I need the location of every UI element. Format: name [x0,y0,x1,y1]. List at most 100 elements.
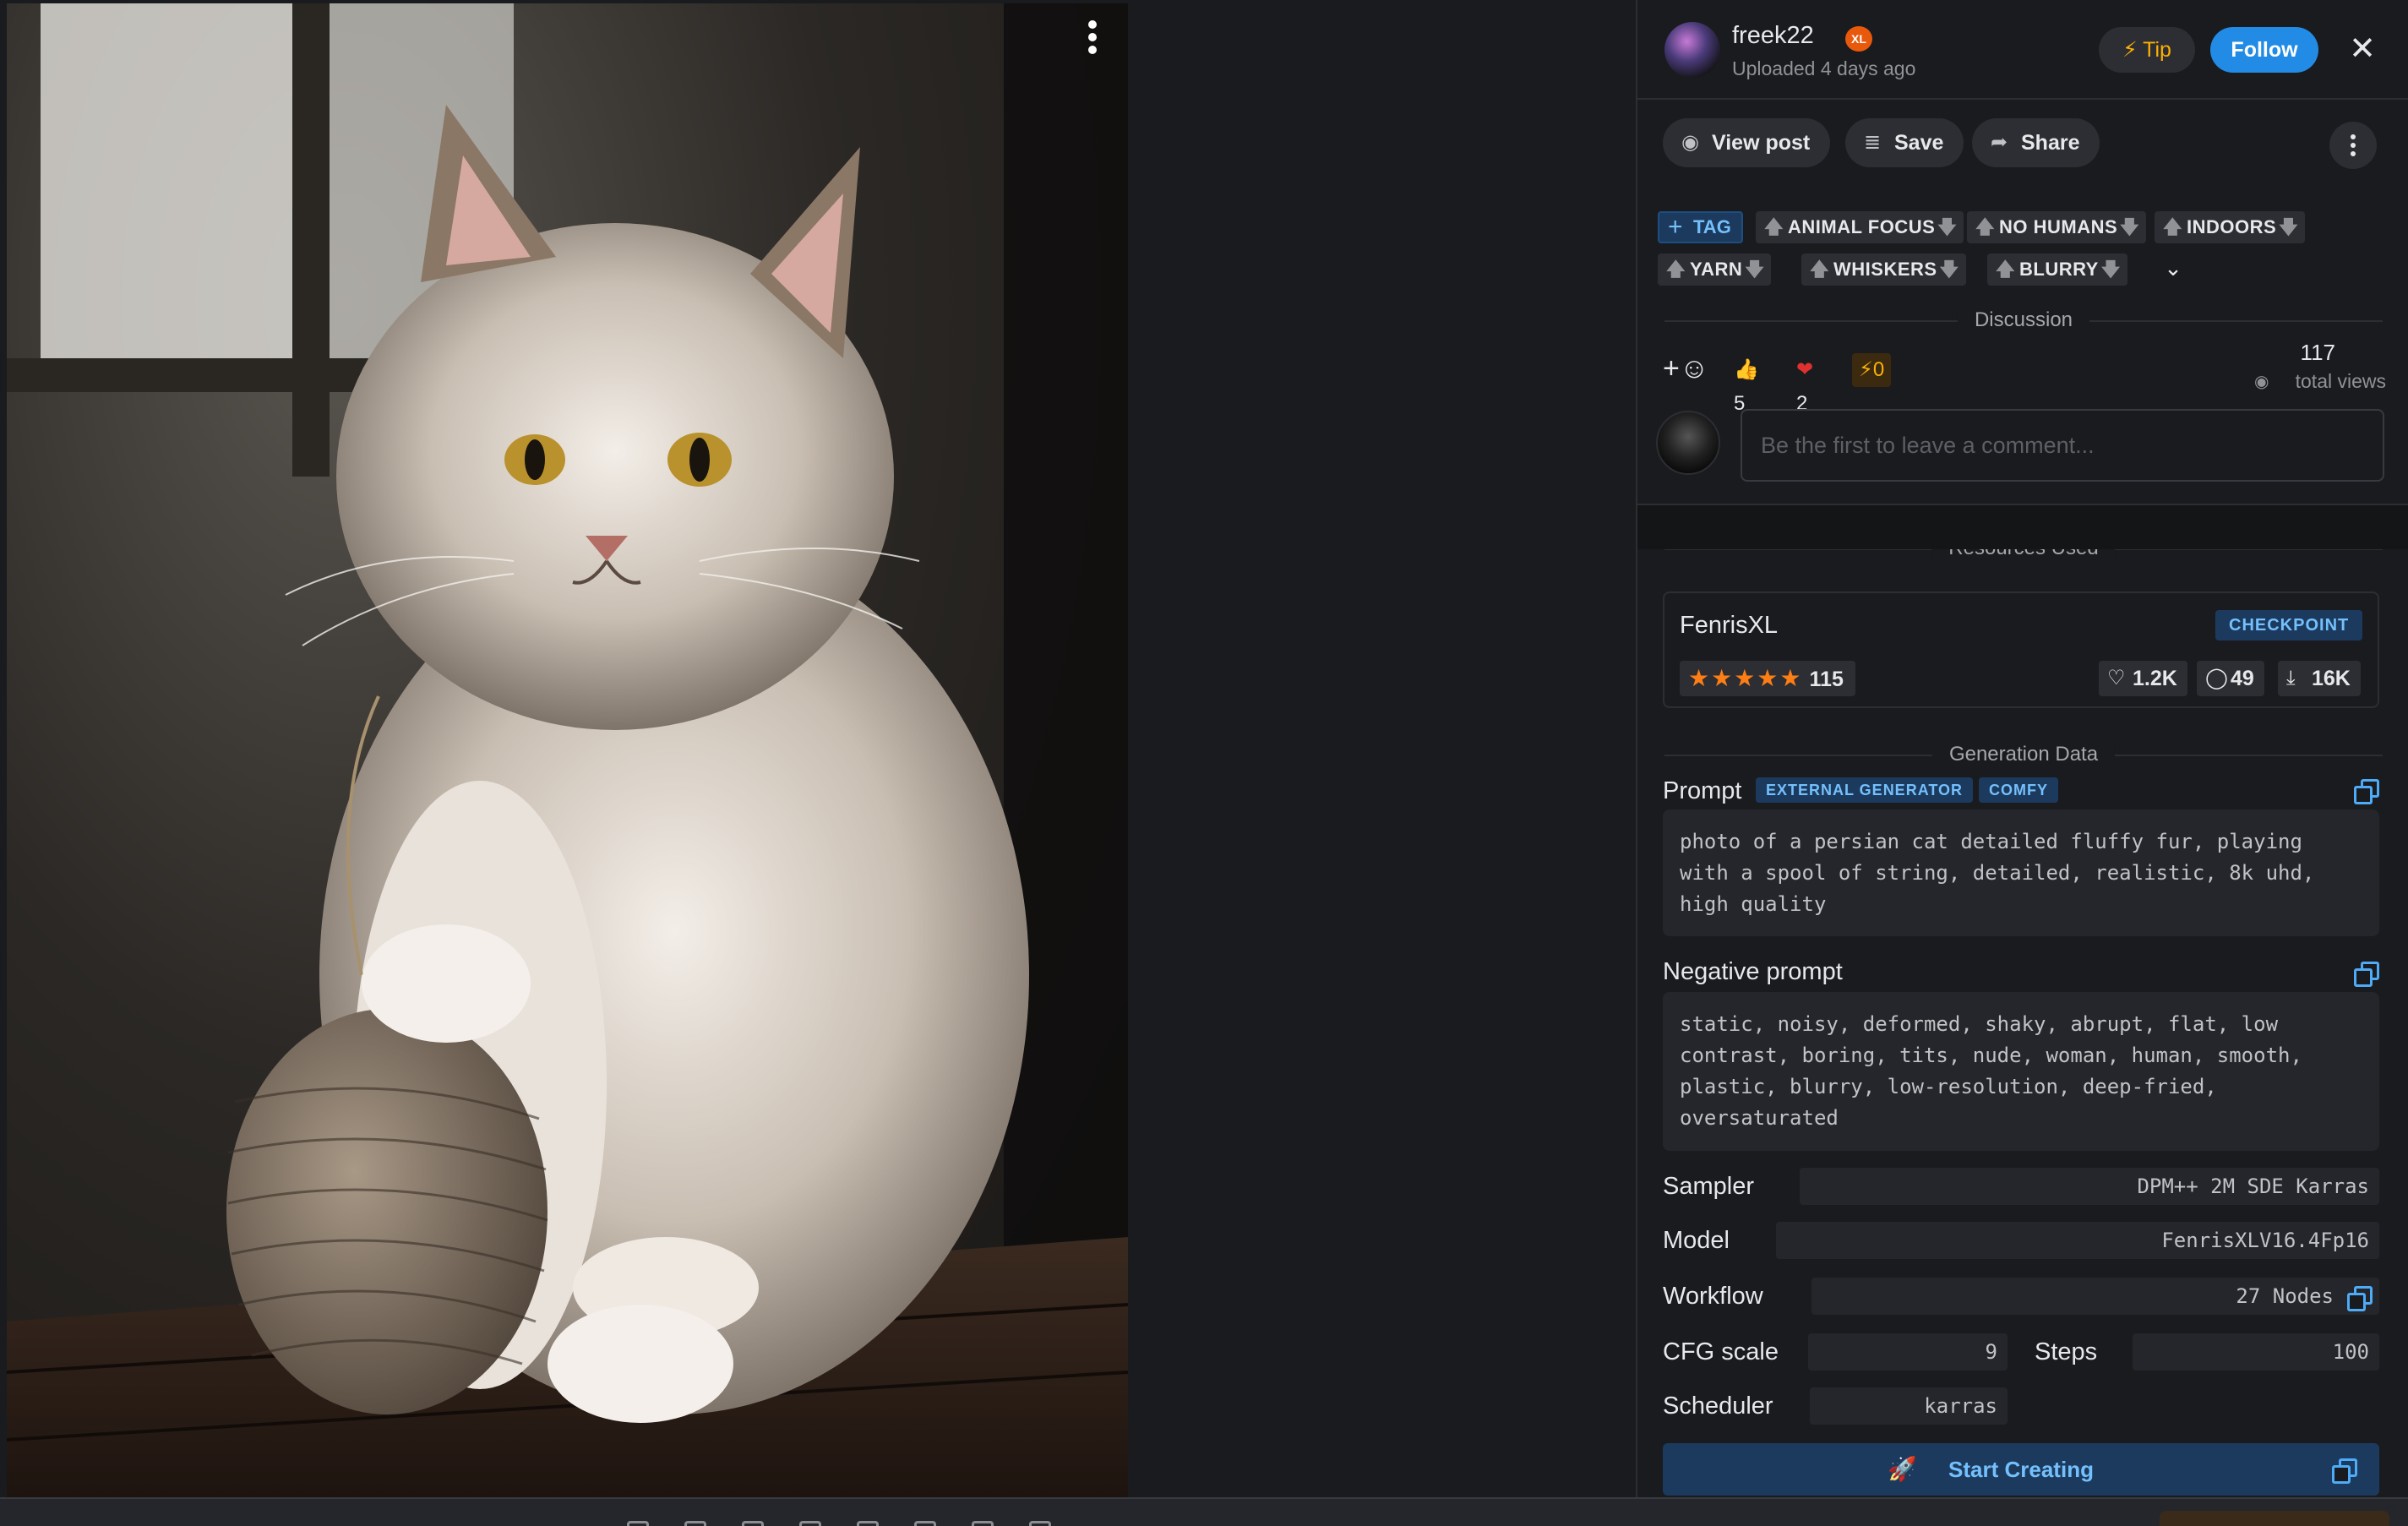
start-creating-button[interactable]: 🚀 Start Creating [1663,1443,2379,1496]
tag-chip[interactable]: 🡅 YARN 🡇 [1658,253,1772,286]
image-menu-icon[interactable] [1078,17,1107,57]
tag-list: + TAG 🡅 ANIMAL FOCUS 🡇 🡅 NO HUMANS 🡇 🡅 INDOORS… [1637,211,2408,296]
downvote-icon[interactable]: 🡇 [2101,253,2121,286]
current-user-avatar [1656,411,1720,475]
upvote-icon[interactable]: 🡅 [1764,211,1784,243]
tag-label: BLURRY [2019,259,2099,280]
copy-workflow-icon[interactable] [2347,1286,2373,1311]
comfy-chip: COMFY [1979,777,2058,803]
comment-input[interactable] [1741,409,2384,482]
save-button[interactable]: ≣ Save [1845,118,1964,167]
scheduler-label: Scheduler [1663,1392,1773,1420]
heart-reaction[interactable]: ❤ 2 [1790,353,1820,415]
view-post-button[interactable]: ◉ View post [1663,118,1831,167]
prompt-text: photo of a persian cat detailed fluffy f… [1663,809,2379,936]
resource-type-badge: CHECKPOINT [2215,610,2363,640]
tag-chip[interactable]: 🡅 NO HUMANS 🡇 [1967,211,2147,243]
upvote-icon[interactable]: 🡅 [1666,253,1686,286]
downloads-stat: ⤓ 16K [2278,661,2361,696]
tag-label: YARN [1690,259,1743,280]
close-icon[interactable]: ✕ [2345,32,2379,66]
workflow-value: 27 Nodes [1811,1278,2379,1315]
tag-label: ANIMAL FOCUS [1788,216,1936,237]
add-tag-label: TAG [1693,216,1731,237]
download-icon: ⤓ [2286,667,2296,689]
share-button[interactable]: ➦ Share [1972,118,2100,167]
bottom-action-button[interactable] [2160,1511,2389,1526]
author-avatar[interactable] [1664,22,1720,78]
bolt-icon: ⚡ [1859,358,1873,381]
toolbar-icon[interactable] [914,1521,936,1526]
downvote-icon[interactable]: 🡇 [1745,253,1764,286]
tip-button[interactable]: ⚡ Tip [2099,27,2195,73]
save-label: Save [1894,131,1944,155]
model-value: FenrisXLV16.4Fp16 [1776,1222,2379,1259]
resource-name[interactable]: FenrisXL [1680,612,1778,640]
tag-chip[interactable]: 🡅 INDOORS 🡇 [2155,211,2306,243]
scheduler-value: karras [1810,1387,2008,1425]
steps-label: Steps [2035,1338,2098,1365]
comments-count: 49 [2231,667,2254,690]
comment-icon: ◯ [2205,667,2228,689]
upvote-icon[interactable]: 🡅 [1975,211,1995,243]
thumbs-up-icon: 👍 [1734,358,1759,381]
tag-chip[interactable]: 🡅 BLURRY 🡇 [1987,253,2127,286]
heart-icon: ❤ [1796,358,1814,381]
downvote-icon[interactable]: 🡇 [1937,211,1957,243]
discussion-title: Discussion [1957,308,2090,333]
upvote-icon[interactable]: 🡅 [1996,253,2015,286]
steps-value: 100 [2133,1333,2379,1371]
view-count-label: total views [2295,370,2386,392]
star-rating-icon: ★★★★★ [1688,665,1803,691]
cat-photo-illustration [7,3,1128,1497]
tag-chip[interactable]: 🡅 ANIMAL FOCUS 🡇 [1756,211,1964,243]
upvote-icon[interactable]: 🡅 [1810,253,1829,286]
downvote-icon[interactable]: 🡇 [2120,211,2139,243]
toolbar-icon[interactable] [627,1521,649,1526]
add-tag-button[interactable]: + TAG [1658,211,1743,243]
follow-button[interactable]: Follow [2210,27,2318,73]
author-name[interactable]: freek22 [1732,22,1814,50]
cfg-scale-label: CFG scale [1663,1338,1779,1365]
tag-label: NO HUMANS [1999,216,2118,237]
copy-generation-icon[interactable] [2332,1458,2357,1484]
generated-image[interactable] [7,3,1128,1497]
tag-label: INDOORS [2187,216,2277,237]
section-separator [1637,504,2408,549]
toolbar-icon[interactable] [799,1521,821,1526]
copy-negative-icon[interactable] [2354,962,2379,987]
toolbar-icon[interactable] [857,1521,879,1526]
start-creating-label: Start Creating [1948,1457,2094,1482]
resource-card[interactable]: FenrisXL CHECKPOINT ★★★★★ 115 ♡ 1.2K ◯ 49 ⤓… [1663,591,2379,708]
buzz-reaction[interactable]: ⚡0 [1852,353,1892,387]
upvote-icon[interactable]: 🡅 [2163,211,2182,243]
bolt-count: 0 [1872,358,1885,381]
rocket-icon: 🚀 [1888,1456,1917,1482]
likes-count: 1.2K [2133,667,2177,690]
details-panel: freek22 XL Uploaded 4 days ago ⚡ Tip Fol… [1636,0,2408,1497]
toolbar-icon[interactable] [684,1521,706,1526]
downvote-icon[interactable]: 🡇 [2279,211,2298,243]
tag-label: WHISKERS [1833,259,1937,280]
thumbs-up-reaction[interactable]: 👍 5 [1727,353,1766,415]
chevron-down-icon[interactable]: ⌄ [2156,252,2190,284]
more-options-icon[interactable] [2329,122,2377,169]
workflow-label: Workflow [1663,1283,1763,1310]
sampler-value: DPM++ 2M SDE Karras [1800,1168,2379,1205]
view-count: 117 [2300,340,2335,365]
upload-time: Uploaded 4 days ago [1732,57,1916,79]
resource-rating: ★★★★★ 115 [1680,661,1855,696]
heart-outline-icon: ♡ [2107,667,2126,689]
downvote-icon[interactable]: 🡇 [1939,253,1959,286]
add-reaction-button[interactable]: +☺ [1663,350,1727,387]
image-viewer [0,0,1636,1497]
eye-icon: ◉ [1681,131,1699,154]
toolbar-icon[interactable] [742,1521,764,1526]
toolbar-icon[interactable] [972,1521,994,1526]
copy-prompt-icon[interactable] [2354,779,2379,804]
likes-stat: ♡ 1.2K [2099,661,2187,696]
generation-divider: Generation Data [1664,742,2383,767]
post-actions: ◉ View post ≣ Save ➦ Share [1637,101,2408,184]
toolbar-icon[interactable] [1029,1521,1051,1526]
tag-chip[interactable]: 🡅 WHISKERS 🡇 [1801,253,1966,286]
